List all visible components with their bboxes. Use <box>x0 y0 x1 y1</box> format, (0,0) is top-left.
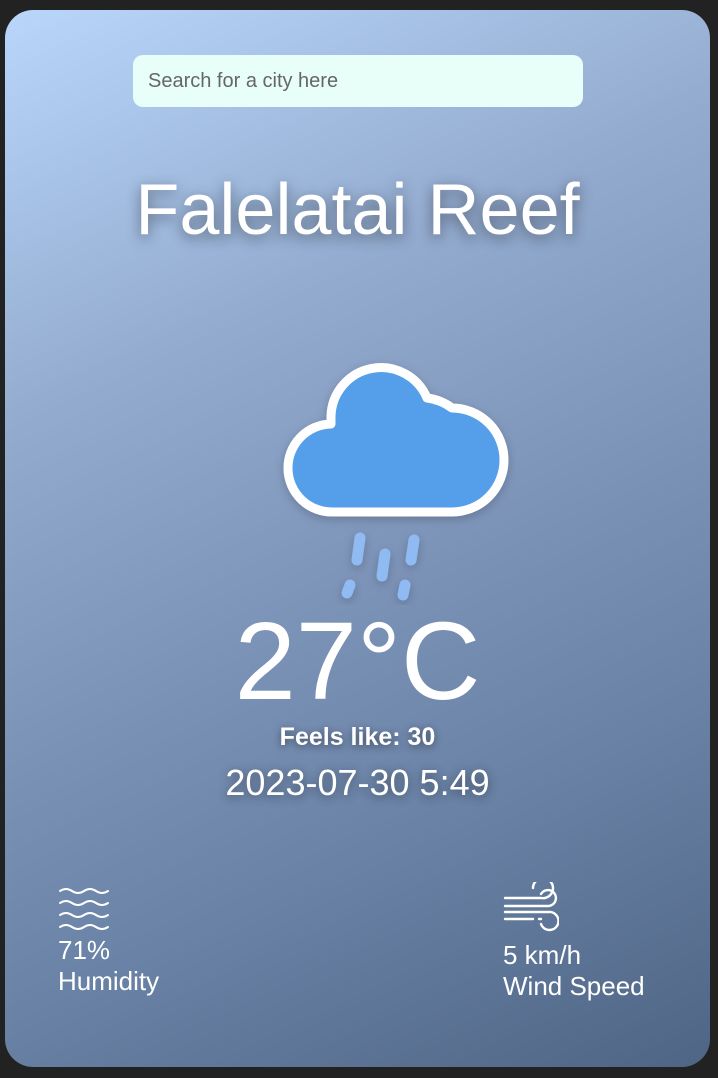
wind-speed-label: Wind Speed <box>503 971 645 1001</box>
feels-like-text: Feels like: 30 <box>279 723 436 751</box>
rain-cloud-icon <box>283 363 509 601</box>
wind-icon <box>503 882 559 932</box>
humidity-value: 71% <box>58 935 111 965</box>
city-search-input[interactable] <box>133 55 583 107</box>
wind-speed-value: 5 km/h <box>503 940 582 970</box>
wind-stat: 5 km/h Wind Speed <box>503 882 645 1002</box>
local-datetime: 2023-07-30 5:49 <box>225 762 490 803</box>
waves-icon <box>59 888 109 930</box>
humidity-label: Humidity <box>58 966 160 996</box>
humidity-stat: 71% Humidity <box>58 885 159 997</box>
temperature-value: 27°C <box>234 600 481 723</box>
city-name: Falelatai Reef <box>135 170 580 250</box>
weather-card: Falelatai Reef 27°C Feels like: 30 2023-… <box>5 10 710 1067</box>
